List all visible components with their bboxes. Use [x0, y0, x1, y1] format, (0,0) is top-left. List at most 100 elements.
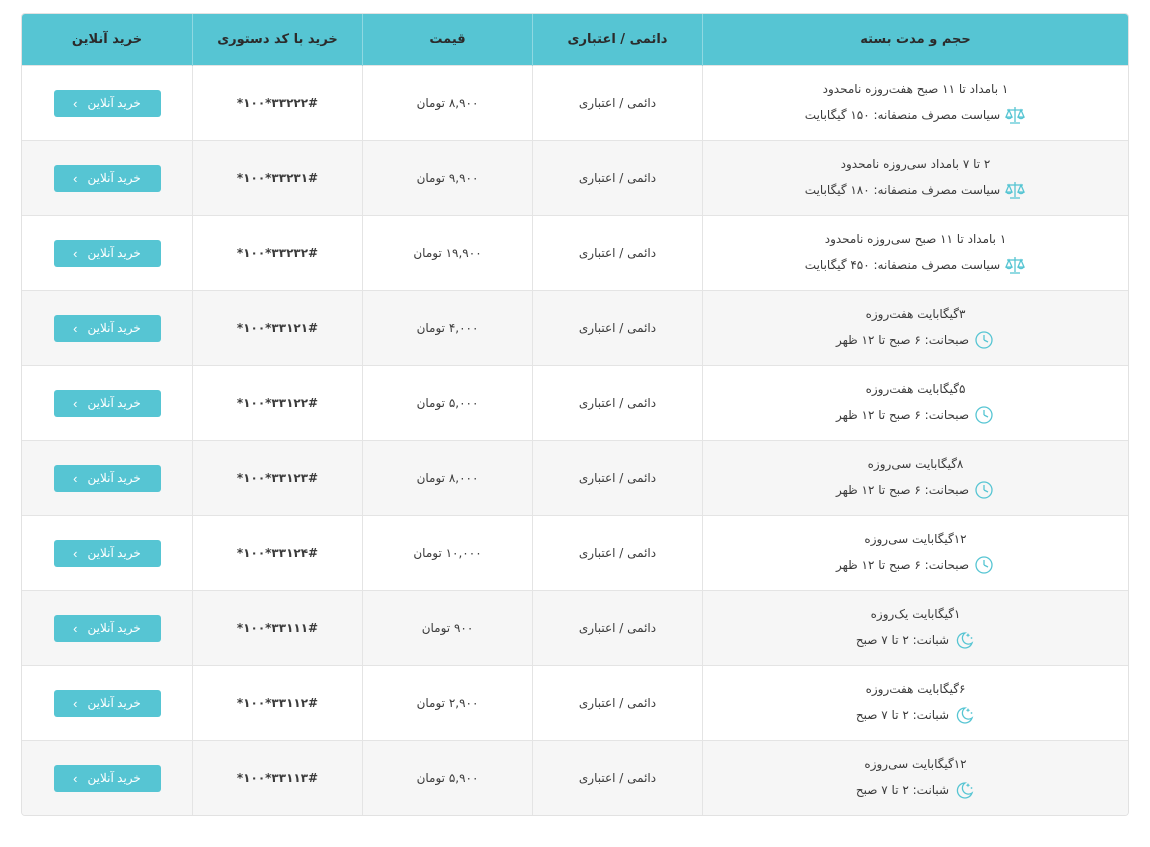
online-cell: خرید آنلاین ›: [22, 140, 193, 216]
buy-online-button[interactable]: خرید آنلاین ›: [53, 389, 161, 417]
ussd-code-cell: *۱۰۰*۳۳۱۲۱#: [192, 290, 363, 366]
chevron-left-icon: ›: [73, 245, 78, 261]
package-cell: ۸گیگابایت سی‌روزه صبحانت: ۶ صبح تا ۱۲ ظهر: [702, 440, 1128, 516]
package-cell: ۶گیگابایت هفت‌روزه شبانت: ۲ تا ۷ صبح: [702, 665, 1128, 741]
price-cell: ۸,۹۰۰ تومان: [362, 65, 533, 141]
online-cell: خرید آنلاین ›: [22, 665, 193, 741]
table-row: ۸گیگابایت سی‌روزه صبحانت: ۶ صبح تا ۱۲ ظهر…: [22, 440, 1128, 516]
packages-table: حجم و مدت بسته دائمی / اعتباری قیمت خرید…: [22, 14, 1128, 815]
package-cell: ۳گیگابایت هفت‌روزه صبحانت: ۶ صبح تا ۱۲ ظه…: [702, 290, 1128, 366]
header-package: حجم و مدت بسته: [702, 14, 1128, 66]
clock-icon: [973, 330, 995, 350]
price-cell: ۸,۰۰۰ تومان: [362, 440, 533, 516]
clock-icon: [973, 480, 995, 500]
table-row: ۱ بامداد تا ۱۱ صبح هفت‌روزه نامحدود سیاست…: [22, 65, 1128, 141]
package-detail: صبحانت: ۶ صبح تا ۱۲ ظهر: [835, 557, 970, 572]
type-cell: دائمی / اعتباری: [532, 590, 703, 666]
package-detail: سیاست مصرف منصفانه: ۱۸۰ گیگابایت: [804, 182, 1001, 197]
table-row: ۲ تا ۷ بامداد سی‌روزه نامحدود سیاست مصرف …: [22, 140, 1128, 216]
price-cell: ۱۹,۹۰۰ تومان: [362, 215, 533, 291]
online-cell: خرید آنلاین ›: [22, 740, 193, 815]
ussd-code-cell: *۱۰۰*۳۳۱۱۲#: [192, 665, 363, 741]
online-cell: خرید آنلاین ›: [22, 65, 193, 141]
table-row: ۱۲گیگابایت سی‌روزه صبحانت: ۶ صبح تا ۱۲ ظه…: [22, 515, 1128, 591]
package-title: ۱ بامداد تا ۱۱ صبح سی‌روزه نامحدود: [824, 231, 1007, 246]
buy-online-button[interactable]: خرید آنلاین ›: [53, 689, 161, 717]
package-title: ۵گیگابایت هفت‌روزه: [865, 381, 966, 396]
chevron-left-icon: ›: [73, 320, 78, 336]
ussd-code: *۱۰۰*۳۳۲۳۲#: [236, 246, 319, 260]
online-cell: خرید آنلاین ›: [22, 440, 193, 516]
buy-online-button[interactable]: خرید آنلاین ›: [53, 89, 161, 117]
ussd-code-cell: *۱۰۰*۳۳۱۱۱#: [192, 590, 363, 666]
table-row: ۱گیگابایت یک‌روزه شبانت: ۲ تا ۷ صبح دائمی …: [22, 590, 1128, 666]
type-cell: دائمی / اعتباری: [532, 215, 703, 291]
type-cell: دائمی / اعتباری: [532, 665, 703, 741]
online-cell: خرید آنلاین ›: [22, 290, 193, 366]
ussd-code-cell: *۱۰۰*۳۳۲۳۲#: [192, 215, 363, 291]
ussd-code: *۱۰۰*۳۳۱۱۲#: [236, 696, 319, 710]
price-cell: ۱۰,۰۰۰ تومان: [362, 515, 533, 591]
buy-online-label: خرید آنلاین: [87, 696, 141, 710]
price-cell: ۹۰۰ تومان: [362, 590, 533, 666]
clock-icon: [973, 405, 995, 425]
buy-online-button[interactable]: خرید آنلاین ›: [53, 614, 161, 642]
buy-online-label: خرید آنلاین: [87, 321, 141, 335]
table-row: ۵گیگابایت هفت‌روزه صبحانت: ۶ صبح تا ۱۲ ظه…: [22, 365, 1128, 441]
scale-icon: [1004, 105, 1026, 125]
package-title: ۱۲گیگابایت سی‌روزه: [864, 756, 967, 771]
moon-stars-icon: [953, 780, 975, 800]
buy-online-label: خرید آنلاین: [87, 771, 141, 785]
chevron-left-icon: ›: [73, 95, 78, 111]
package-detail: شبانت: ۲ تا ۷ صبح: [855, 782, 950, 797]
buy-online-label: خرید آنلاین: [87, 471, 141, 485]
table-header-row: حجم و مدت بسته دائمی / اعتباری قیمت خرید…: [22, 14, 1128, 66]
ussd-code: *۱۰۰*۳۳۲۳۱#: [236, 171, 319, 185]
packages-table-container: حجم و مدت بسته دائمی / اعتباری قیمت خرید…: [21, 13, 1129, 816]
table-row: ۱۲گیگابایت سی‌روزه شبانت: ۲ تا ۷ صبح دائمی…: [22, 740, 1128, 815]
chevron-left-icon: ›: [73, 545, 78, 561]
package-cell: ۱ بامداد تا ۱۱ صبح هفت‌روزه نامحدود سیاست…: [702, 65, 1128, 141]
buy-online-button[interactable]: خرید آنلاین ›: [53, 764, 161, 792]
package-detail: شبانت: ۲ تا ۷ صبح: [855, 707, 950, 722]
chevron-left-icon: ›: [73, 695, 78, 711]
buy-online-label: خرید آنلاین: [87, 96, 141, 110]
scale-icon: [1004, 180, 1026, 200]
price-cell: ۴,۰۰۰ تومان: [362, 290, 533, 366]
type-cell: دائمی / اعتباری: [532, 515, 703, 591]
buy-online-button[interactable]: خرید آنلاین ›: [53, 464, 161, 492]
header-price: قیمت: [362, 14, 533, 66]
package-title: ۱ بامداد تا ۱۱ صبح هفت‌روزه نامحدود: [822, 81, 1009, 96]
package-title: ۸گیگابایت سی‌روزه: [867, 456, 964, 471]
chevron-left-icon: ›: [73, 470, 78, 486]
buy-online-label: خرید آنلاین: [87, 546, 141, 560]
buy-online-button[interactable]: خرید آنلاین ›: [53, 539, 161, 567]
package-cell: ۱۲گیگابایت سی‌روزه شبانت: ۲ تا ۷ صبح: [702, 740, 1128, 815]
buy-online-button[interactable]: خرید آنلاین ›: [53, 164, 161, 192]
ussd-code: *۱۰۰*۳۳۱۱۳#: [236, 771, 319, 785]
package-title: ۱۲گیگابایت سی‌روزه: [864, 531, 967, 546]
price-cell: ۵,۰۰۰ تومان: [362, 365, 533, 441]
buy-online-button[interactable]: خرید آنلاین ›: [53, 239, 161, 267]
buy-online-button[interactable]: خرید آنلاین ›: [53, 314, 161, 342]
header-online: خرید آنلاین: [22, 14, 193, 66]
package-cell: ۲ تا ۷ بامداد سی‌روزه نامحدود سیاست مصرف …: [702, 140, 1128, 216]
package-title: ۲ تا ۷ بامداد سی‌روزه نامحدود: [840, 156, 991, 171]
ussd-code: *۱۰۰*۳۳۱۲۳#: [236, 471, 319, 485]
chevron-left-icon: ›: [73, 395, 78, 411]
package-title: ۱گیگابایت یک‌روزه: [870, 606, 961, 621]
online-cell: خرید آنلاین ›: [22, 215, 193, 291]
package-detail: سیاست مصرف منصفانه: ۴۵۰ گیگابایت: [804, 257, 1001, 272]
ussd-code-cell: *۱۰۰*۳۳۱۱۳#: [192, 740, 363, 815]
scale-icon: [1004, 255, 1026, 275]
price-cell: ۵,۹۰۰ تومان: [362, 740, 533, 815]
package-detail: سیاست مصرف منصفانه: ۱۵۰ گیگابایت: [804, 107, 1001, 122]
ussd-code-cell: *۱۰۰*۳۳۲۲۲#: [192, 65, 363, 141]
ussd-code: *۱۰۰*۳۳۱۲۲#: [236, 396, 319, 410]
type-cell: دائمی / اعتباری: [532, 290, 703, 366]
table-row: ۱ بامداد تا ۱۱ صبح سی‌روزه نامحدود سیاست …: [22, 215, 1128, 291]
type-cell: دائمی / اعتباری: [532, 140, 703, 216]
ussd-code-cell: *۱۰۰*۳۳۱۲۲#: [192, 365, 363, 441]
online-cell: خرید آنلاین ›: [22, 515, 193, 591]
package-cell: ۵گیگابایت هفت‌روزه صبحانت: ۶ صبح تا ۱۲ ظه…: [702, 365, 1128, 441]
